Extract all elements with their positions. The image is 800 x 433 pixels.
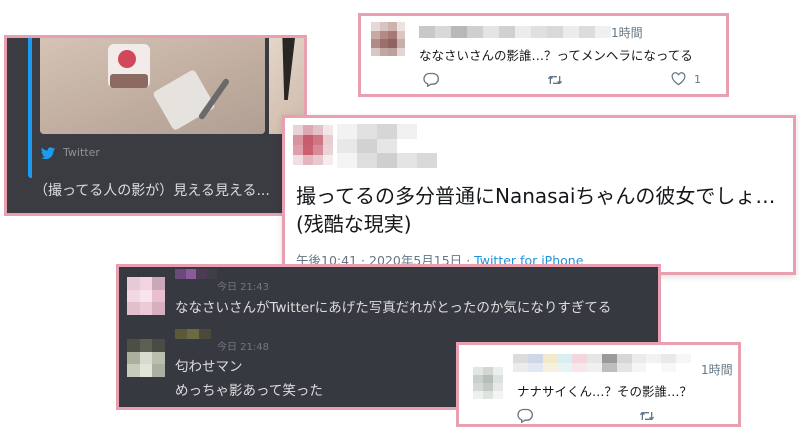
tweet-actions (517, 408, 737, 424)
embed-photo[interactable] (40, 38, 265, 134)
chat-message: 匂わせマン (175, 359, 243, 375)
tweet-text: ナナサイくん…？その影誰…？ (517, 384, 693, 399)
avatar[interactable] (371, 22, 405, 56)
username-blur (337, 124, 437, 168)
username-blur (419, 26, 611, 38)
username-blur[interactable] (175, 269, 217, 279)
reply-tweet-card-bottom[interactable]: 1時間 ナナサイくん…？その影誰…？ (456, 342, 741, 427)
message-timestamp: 今日 21:43 (217, 282, 269, 293)
avatar[interactable] (127, 277, 165, 315)
tweet-text: ななさいさんの影誰…？ってメンヘラになってる (419, 48, 693, 63)
embed-source-label: Twitter (63, 146, 100, 159)
username-blur (513, 354, 691, 372)
chat-message: ななさいさんがTwitterにあげた写真だれがとったのか気になりすぎてる (175, 300, 612, 316)
tweet-text-line-2: (残酷な現実) (296, 212, 412, 236)
embed-footer: Twitter (41, 146, 100, 159)
avatar[interactable] (127, 339, 165, 377)
twitter-bird-icon (41, 146, 55, 159)
embed-caption: （撮ってる人の影が）見える見える... (34, 183, 270, 199)
avatar[interactable] (473, 367, 503, 399)
tweet-text-line-1: 撮ってるの多分普通にNanasaiちゃんの彼女でしょ… (296, 184, 776, 208)
chat-message: めっちゃ影あって笑った (175, 383, 323, 399)
reply-tweet-card-top[interactable]: 1時間 ななさいさんの影誰…？ってメンヘラになってる 1 (358, 13, 729, 97)
embed-accent-bar (28, 38, 32, 178)
photo-toy (108, 44, 150, 88)
main-tweet-card[interactable]: 撮ってるの多分普通にNanasaiちゃんの彼女でしょ… (残酷な現実) 午後10… (282, 115, 796, 275)
like-count: 1 (694, 72, 701, 86)
reply-icon[interactable] (517, 408, 533, 427)
like-button[interactable]: 1 (671, 72, 701, 86)
retweet-icon[interactable] (639, 408, 655, 427)
tweet-time[interactable]: 1時間 (701, 361, 733, 378)
avatar[interactable] (293, 125, 333, 165)
retweet-icon[interactable] (547, 72, 563, 91)
message-timestamp: 今日 21:48 (217, 342, 269, 353)
tweet-actions: 1 (423, 72, 713, 88)
reply-icon[interactable] (423, 72, 439, 91)
tweet-time[interactable]: 1時間 (611, 24, 643, 41)
username-blur[interactable] (175, 329, 211, 339)
discord-embed-card: Twitter （撮ってる人の影が）見える見える... (4, 35, 307, 216)
like-icon (671, 72, 686, 86)
